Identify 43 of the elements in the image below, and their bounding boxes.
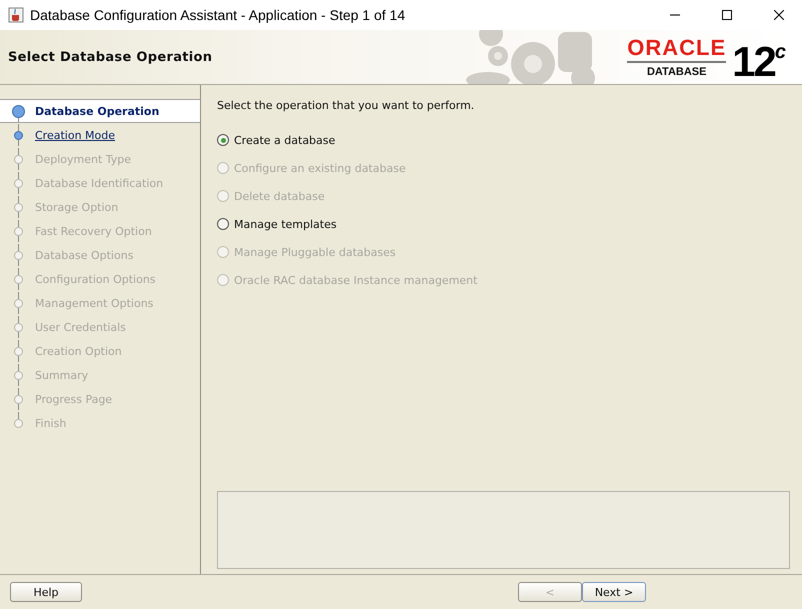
- help-button[interactable]: Help: [10, 582, 82, 602]
- step-item: Database Options: [35, 248, 134, 262]
- logo-product: DATABASE: [646, 66, 706, 78]
- step-item: Deployment Type: [35, 152, 132, 166]
- step-item: Database Identification: [35, 176, 164, 190]
- step-item: Creation Option: [35, 344, 122, 358]
- step-item: Database Operation: [35, 104, 160, 118]
- step-item: Summary: [35, 368, 88, 382]
- step-marker-icon: [14, 226, 23, 236]
- step-item: User Credentials: [35, 320, 126, 334]
- maximize-icon: [722, 10, 732, 20]
- java-cup-icon: [8, 7, 24, 23]
- step-marker-icon: [14, 394, 23, 404]
- next-button[interactable]: Next >: [582, 582, 646, 602]
- radio-label[interactable]: Manage templates: [234, 218, 337, 230]
- step-marker-icon: [14, 154, 23, 164]
- step-marker-icon: [12, 104, 25, 118]
- step-marker-icon: [14, 130, 23, 140]
- radio-button[interactable]: [217, 218, 229, 230]
- close-icon: [774, 10, 784, 20]
- step-item: Management Options: [35, 296, 154, 310]
- step-marker-icon: [14, 346, 23, 356]
- step-marker-icon: [14, 250, 23, 260]
- logo-brand: ORACLE: [627, 36, 726, 62]
- radio-label[interactable]: Create a database: [234, 134, 336, 146]
- step-marker-icon: [14, 178, 23, 188]
- logo-version: 12$^{c}$: [732, 37, 784, 83]
- step-item: Fast Recovery Option: [35, 224, 152, 238]
- step-item[interactable]: Creation Mode: [35, 128, 116, 142]
- step-marker-icon: [14, 298, 23, 308]
- step-item: Configuration Options: [35, 272, 156, 286]
- step-marker-icon: [14, 370, 23, 380]
- page-title: Select Database Operation: [8, 50, 214, 64]
- step-item: Progress Page: [35, 392, 112, 406]
- step-item: Finish: [35, 416, 66, 430]
- step-marker-icon: [14, 418, 23, 428]
- window-title: Database Configuration Assistant - Application - Step 1 of 14: [30, 7, 406, 23]
- radio-button[interactable]: [217, 134, 229, 146]
- step-marker-icon: [14, 202, 23, 212]
- step-item: Storage Option: [35, 200, 118, 214]
- step-marker-icon: [14, 274, 23, 284]
- instruction-text: Select the operation that you want to perform.: [217, 99, 476, 112]
- step-marker-icon: [14, 322, 23, 332]
